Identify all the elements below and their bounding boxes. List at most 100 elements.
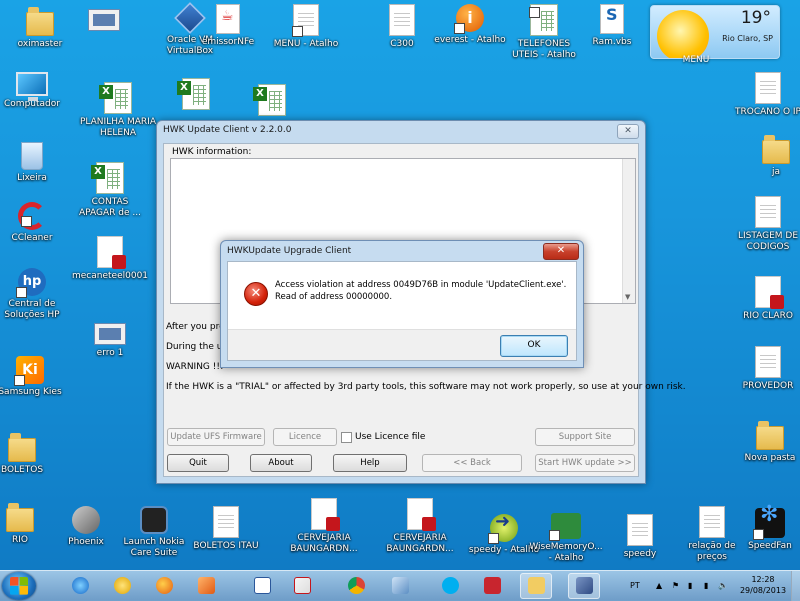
hwk-info-label: HWK information:	[172, 147, 252, 157]
use-licence-checkbox[interactable]	[341, 432, 352, 443]
spreadsheet-icon	[99, 82, 132, 114]
folder-icon	[6, 503, 34, 532]
desktop-icon-erro-1[interactable]: erro 1	[72, 318, 148, 359]
desktop-icon-phoenix[interactable]: Phoenix	[48, 506, 124, 548]
taskbar-skype[interactable]	[434, 573, 466, 599]
taskbar-media-player[interactable]	[190, 573, 222, 599]
about-button[interactable]: About	[250, 454, 312, 472]
support-site-button[interactable]: Support Site	[535, 428, 635, 446]
hwk-info-scrollbar[interactable]: ▼	[622, 159, 635, 303]
phoenix-icon	[72, 506, 100, 534]
desktop-icon-cervejaria-1[interactable]: CERVEJARIA BAUNGARDN...	[286, 498, 362, 555]
desktop-icon-telefones[interactable]: TELEFONES UTEIS - Atalho	[506, 4, 582, 61]
computer-icon	[16, 72, 48, 101]
taskbar-app-blue[interactable]	[384, 573, 416, 599]
hwk-warning-text: WARNING !!!	[166, 362, 224, 372]
desktop-icon-nova-pasta[interactable]: Nova pasta	[732, 418, 800, 464]
desktop-icon-emissornfe[interactable]: emissorNFe	[190, 4, 266, 48]
spreadsheet-icon	[253, 84, 286, 116]
hwk-trial-note: If the HWK is a "TRIAL" or affected by 3…	[166, 382, 686, 392]
hwk-close-button[interactable]: ✕	[617, 124, 639, 139]
document-icon	[755, 196, 781, 228]
desktop-icon-provedor[interactable]: PROVEDOR	[730, 346, 800, 392]
desktop-icon-boletos-itau[interactable]: BOLETOS ITAU	[188, 506, 264, 552]
language-indicator[interactable]: PT	[630, 571, 640, 601]
document-icon	[627, 514, 653, 546]
network-icon[interactable]: ▮	[688, 571, 692, 601]
desktop-icon-planilha[interactable]: PLANILHA MARIA HELENA	[80, 82, 156, 139]
image-file-icon	[94, 323, 126, 345]
spreadsheet-icon	[529, 4, 558, 36]
desktop-icon-samsung-kies[interactable]: Ki Samsung Kies	[0, 356, 70, 398]
desktop-icon-sheet-3[interactable]	[234, 84, 310, 119]
desktop-icon-contas-apagar[interactable]: CONTAS APAGAR de ...	[72, 162, 148, 219]
desktop-icon-hp[interactable]: hp Central de Soluções HP	[0, 268, 70, 321]
desktop-icon-cervejaria-2[interactable]: CERVEJARIA BAUNGARDN...	[382, 498, 458, 555]
taskbar-toolbox[interactable]	[476, 573, 508, 599]
document-icon	[699, 506, 725, 538]
smiley-app-icon	[114, 577, 131, 594]
desktop-icon-boletos[interactable]: BOLETOS	[0, 430, 60, 476]
taskbar-ie[interactable]	[64, 573, 96, 599]
desktop-icon-speedfan[interactable]: SpeedFan	[732, 508, 800, 552]
network-signal-icon[interactable]: ▮	[704, 571, 708, 601]
hwk-window-title: HWK Update Client v 2.2.0.0	[163, 125, 292, 135]
quit-button[interactable]: Quit	[167, 454, 229, 472]
update-ufs-firmware-button[interactable]: Update UFS Firmware	[167, 428, 265, 446]
speedy-icon	[488, 514, 518, 544]
back-button[interactable]: << Back	[422, 454, 522, 472]
desktop-icon-listagem[interactable]: LISTAGEM DE CODIGOS	[730, 196, 800, 253]
windows-logo-icon	[10, 577, 28, 595]
word-icon	[254, 577, 271, 594]
desktop-icon-ram-vbs[interactable]: Ram.vbs	[574, 4, 650, 48]
hp-icon: hp	[16, 268, 46, 298]
desktop-icon-wisememory[interactable]: WiseMemoryO... - Atalho	[528, 510, 604, 564]
show-desktop-button[interactable]	[791, 571, 800, 601]
skype-icon	[442, 577, 459, 594]
action-center-flag-icon[interactable]: ⚑	[672, 571, 679, 601]
desktop-icon-nokia[interactable]: Launch Nokia Care Suite	[116, 506, 192, 559]
clock-date: 29/08/2013	[739, 586, 787, 595]
desktop-icon-ja[interactable]: ja	[738, 132, 800, 178]
desktop-icon-sheet-2[interactable]	[158, 78, 234, 113]
help-button[interactable]: Help	[333, 454, 407, 472]
tray-expand-icon[interactable]: ▲	[656, 571, 662, 601]
desktop-icon-mecaneteel[interactable]: mecaneteel0001	[72, 236, 148, 282]
desktop-icon-gadget[interactable]	[66, 4, 142, 34]
desktop-icon-lixeira[interactable]: Lixeira	[0, 140, 72, 184]
taskbar-explorer[interactable]	[520, 573, 552, 599]
ccleaner-icon	[18, 202, 46, 230]
desktop-icon-trocano-ip[interactable]: TROCANO O IP	[730, 72, 800, 118]
chrome-icon	[348, 577, 365, 594]
start-hwk-update-button[interactable]: Start HWK update >>	[535, 454, 635, 472]
pdf-icon	[311, 498, 340, 531]
clock[interactable]: 12:28 29/08/2013	[738, 574, 788, 596]
desktop-icon-ccleaner[interactable]: CCleaner	[0, 202, 72, 244]
taskbar-chrome[interactable]	[340, 573, 372, 599]
ok-button[interactable]: OK	[500, 335, 568, 357]
taskbar-acrobat[interactable]	[286, 573, 318, 599]
document-icon	[755, 72, 781, 104]
hwk-titlebar[interactable]: HWK Update Client v 2.2.0.0 ✕	[157, 121, 645, 141]
taskbar-word[interactable]	[246, 573, 278, 599]
start-button[interactable]	[2, 572, 36, 600]
desktop-icon-speedy[interactable]: speedy	[602, 514, 678, 560]
weather-gadget[interactable]: 19° Rio Claro, SP	[650, 5, 780, 59]
taskbar-hwk-client[interactable]	[568, 573, 600, 599]
taskbar-firefox[interactable]	[148, 573, 180, 599]
desktop-icon-computador[interactable]: Computador	[0, 68, 72, 110]
clock-time: 12:28	[751, 575, 775, 584]
taskbar-gadget[interactable]	[106, 573, 138, 599]
document-icon	[213, 506, 239, 538]
desktop-icon-rio-claro[interactable]: RIO CLARO	[730, 276, 800, 322]
volume-icon[interactable]: 🔈	[718, 571, 728, 601]
desktop-icon-menu-atalho[interactable]: MENU - Atalho	[268, 4, 344, 50]
scroll-down-icon[interactable]: ▼	[625, 293, 630, 301]
spreadsheet-icon	[91, 162, 124, 194]
licence-button[interactable]: Licence	[273, 428, 337, 446]
pdf-icon	[407, 498, 436, 531]
desktop-icon-everest[interactable]: i everest - Atalho	[432, 4, 508, 46]
error-dialog-footer: OK	[228, 329, 576, 360]
desktop-icon-c300[interactable]: C300	[364, 4, 440, 50]
error-close-button[interactable]: ✕	[543, 243, 579, 260]
